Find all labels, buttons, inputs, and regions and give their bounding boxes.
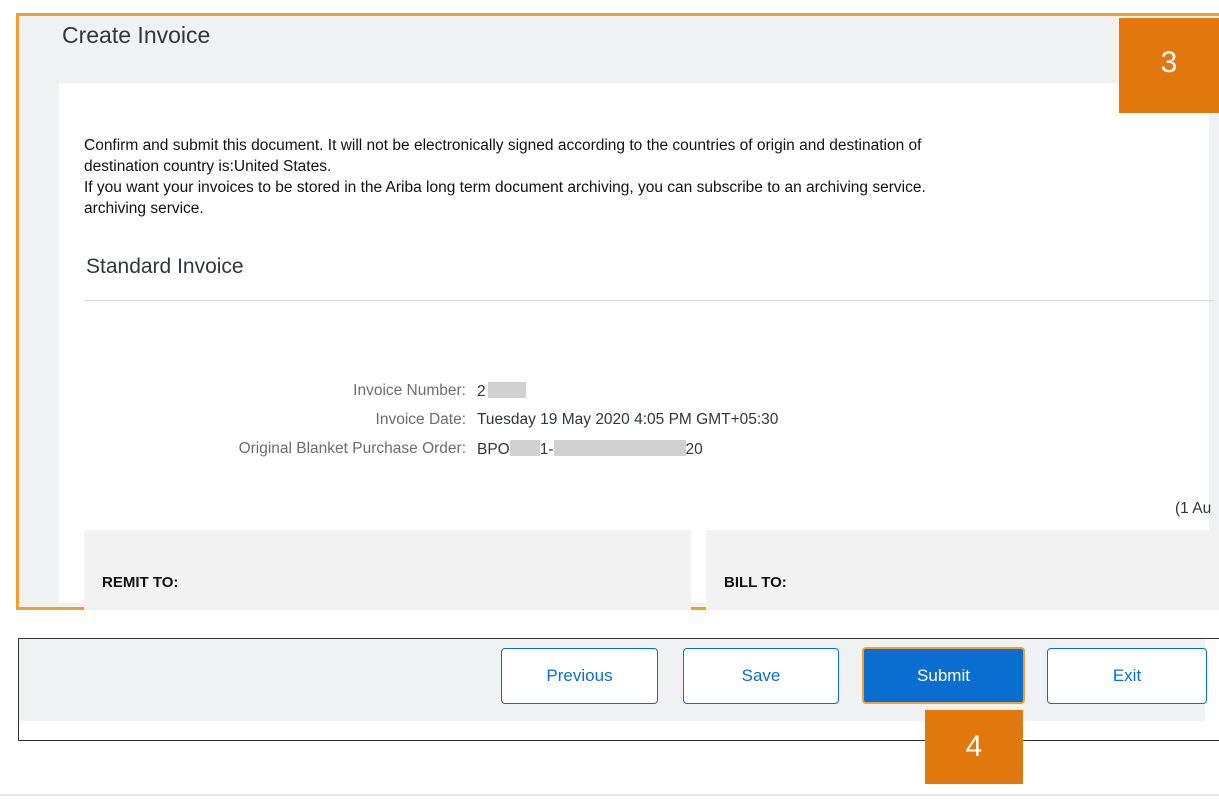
purchase-order-value: BPO 1- 20 bbox=[477, 440, 703, 459]
truncated-text: (1 Au bbox=[1175, 500, 1212, 517]
bill-to-label: BILL TO: bbox=[724, 574, 787, 591]
notice-line-2: destination country is:United States. bbox=[84, 158, 332, 175]
purchase-order-label: Original Blanket Purchase Order: bbox=[238, 440, 466, 457]
remit-to-label: REMIT TO: bbox=[102, 574, 179, 591]
previous-button[interactable]: Previous bbox=[501, 648, 658, 704]
page-title: Create Invoice bbox=[62, 22, 211, 48]
section-divider bbox=[84, 300, 1214, 301]
invoice-number-prefix: 2 bbox=[477, 383, 486, 400]
po-suffix: 20 bbox=[685, 441, 703, 458]
invoice-date-value: Tuesday 19 May 2020 4:05 PM GMT+05:30 bbox=[477, 411, 779, 428]
notice-line-3: If you want your invoices to be stored i… bbox=[84, 179, 926, 196]
step-3-callout: 3 bbox=[1119, 18, 1219, 113]
invoice-number-label: Invoice Number: bbox=[353, 382, 466, 399]
submit-button[interactable]: Submit bbox=[862, 647, 1025, 704]
notice-line-1: Confirm and submit this document. It wil… bbox=[84, 137, 922, 154]
submission-notice: Confirm and submit this document. It wil… bbox=[84, 135, 1214, 219]
save-button[interactable]: Save bbox=[683, 648, 839, 704]
section-title: Standard Invoice bbox=[86, 255, 244, 278]
remit-to-box: REMIT TO: bbox=[84, 530, 691, 610]
bill-to-box: BILL TO: bbox=[706, 530, 1219, 610]
invoice-date-label: Invoice Date: bbox=[375, 411, 466, 428]
bottom-divider bbox=[0, 794, 1219, 796]
po-prefix: BPO bbox=[477, 441, 510, 458]
redaction-block bbox=[509, 440, 540, 456]
redaction-block bbox=[487, 382, 526, 398]
notice-line-4: archiving service. bbox=[84, 200, 204, 217]
redaction-block bbox=[553, 440, 686, 456]
po-middle: 1- bbox=[539, 441, 554, 458]
invoice-number-value: 2 bbox=[477, 382, 526, 401]
exit-button[interactable]: Exit bbox=[1047, 648, 1207, 704]
step-4-callout: 4 bbox=[925, 710, 1023, 784]
